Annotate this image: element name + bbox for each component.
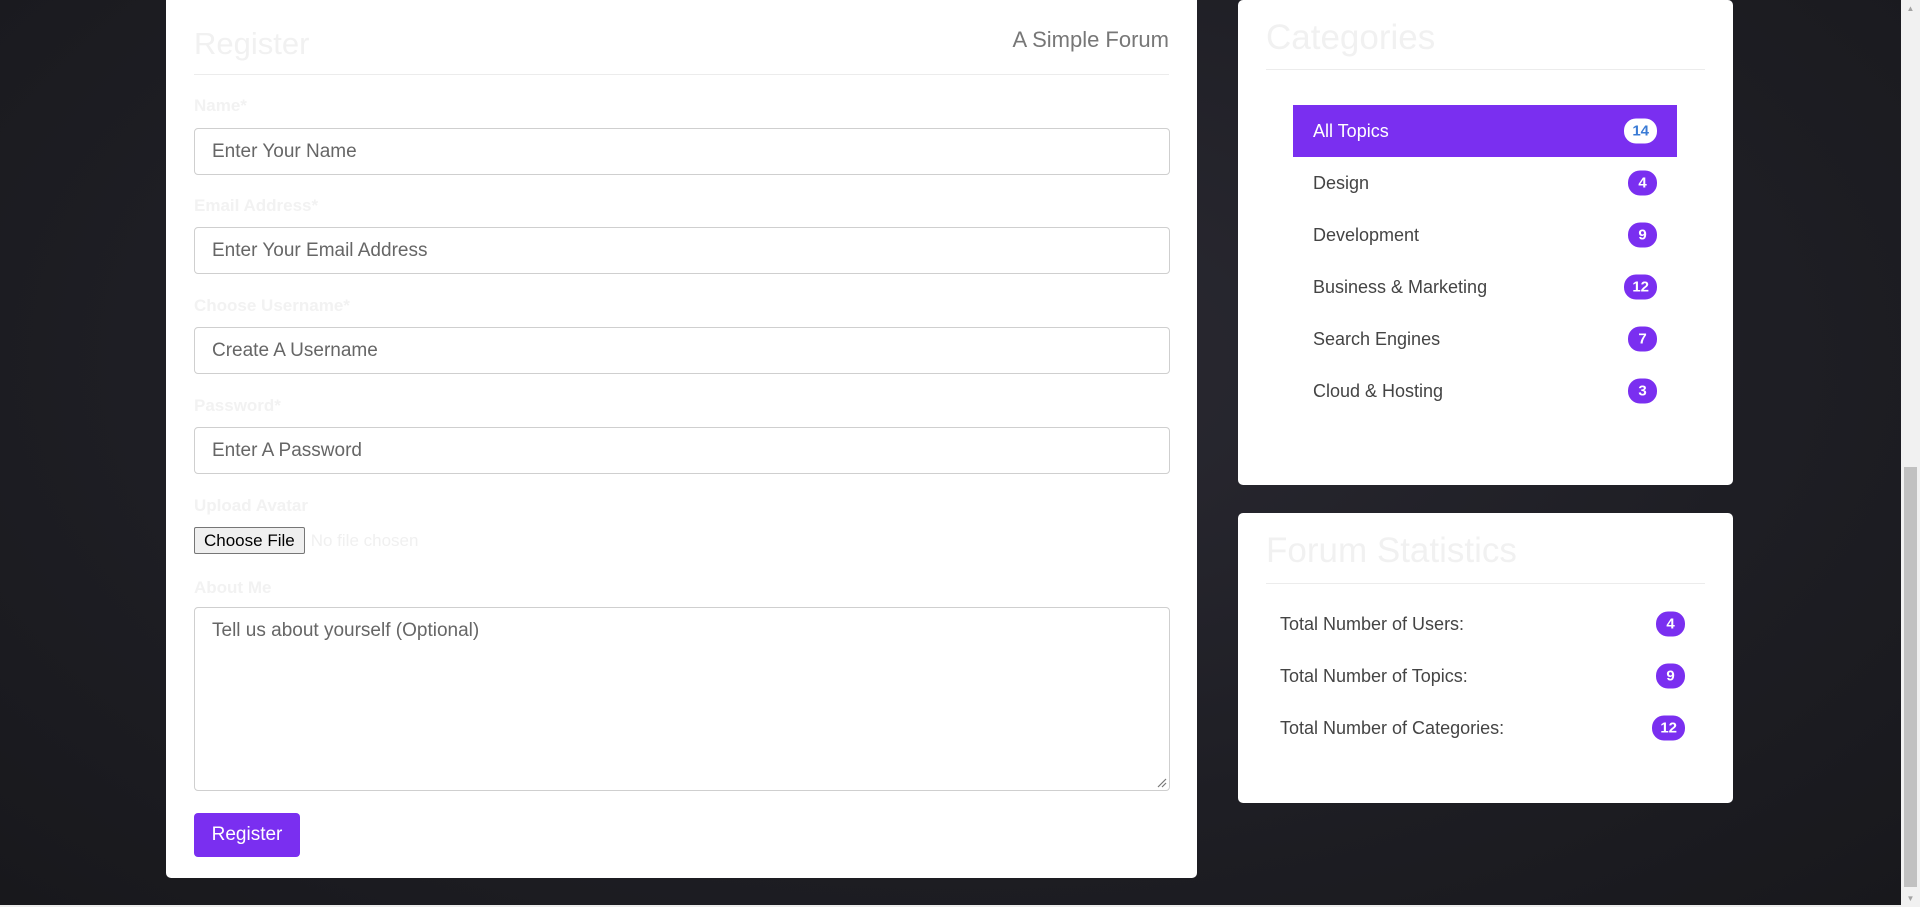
avatar-label: Upload Avatar (194, 496, 308, 515)
register-button[interactable]: Register (194, 813, 300, 857)
categories-list: All Topics 14 Design 4 Development 9 Bus… (1293, 105, 1677, 417)
email-label: Email Address* (194, 196, 319, 215)
page: Register A Simple Forum Name* Email Addr… (0, 0, 1901, 907)
choose-file-button[interactable]: Choose File (194, 527, 305, 554)
name-input[interactable] (194, 128, 1170, 175)
scrollbar-thumb[interactable] (1904, 467, 1917, 887)
register-title: Register (194, 26, 310, 61)
category-item-development[interactable]: Development 9 (1293, 209, 1677, 261)
stat-label: Total Number of Topics: (1280, 665, 1468, 686)
username-input[interactable] (194, 327, 1170, 374)
stat-item-users: Total Number of Users: 4 (1266, 598, 1685, 650)
category-label: Cloud & Hosting (1313, 380, 1444, 401)
statistics-header: Forum Statistics (1266, 513, 1705, 584)
file-status: No file chosen (310, 530, 419, 550)
vertical-scrollbar[interactable]: ▲ ▼ (1901, 0, 1920, 907)
scroll-up-icon[interactable]: ▲ (1901, 0, 1920, 17)
avatar-upload: Choose File No file chosen (194, 527, 418, 554)
register-card: Register A Simple Forum Name* Email Addr… (166, 0, 1197, 878)
count-badge: 7 (1628, 326, 1657, 352)
categories-header: Categories (1266, 0, 1705, 70)
count-badge: 12 (1652, 715, 1685, 741)
password-input[interactable] (194, 427, 1170, 474)
stat-label: Total Number of Categories: (1280, 717, 1505, 738)
category-label: Business & Marketing (1313, 276, 1488, 297)
count-badge: 3 (1628, 378, 1657, 404)
count-badge: 4 (1656, 611, 1685, 637)
stat-item-categories: Total Number of Categories: 12 (1266, 702, 1685, 754)
count-badge: 9 (1656, 663, 1685, 689)
forum-name: A Simple Forum (1012, 27, 1170, 52)
stat-label: Total Number of Users: (1280, 613, 1465, 634)
stat-item-topics: Total Number of Topics: 9 (1266, 650, 1685, 702)
about-textarea[interactable] (194, 607, 1170, 791)
category-item-business-marketing[interactable]: Business & Marketing 12 (1293, 261, 1677, 313)
count-badge: 9 (1628, 222, 1657, 248)
count-badge: 14 (1624, 118, 1657, 144)
password-label: Password* (194, 396, 281, 415)
about-wrapper (194, 607, 1170, 791)
category-item-all-topics[interactable]: All Topics 14 (1293, 105, 1677, 157)
category-label: Design (1313, 172, 1370, 193)
resize-grip-icon[interactable] (1157, 778, 1167, 788)
name-label: Name* (194, 96, 247, 115)
email-input[interactable] (194, 227, 1170, 274)
register-header: Register A Simple Forum (194, 0, 1169, 75)
category-label: All Topics (1313, 120, 1389, 141)
category-label: Development (1313, 224, 1420, 245)
category-item-cloud-hosting[interactable]: Cloud & Hosting 3 (1293, 365, 1677, 417)
username-label: Choose Username* (194, 296, 350, 315)
categories-title: Categories (1266, 18, 1436, 57)
category-item-design[interactable]: Design 4 (1293, 157, 1677, 209)
statistics-title: Forum Statistics (1266, 531, 1517, 570)
category-label: Search Engines (1313, 328, 1441, 349)
about-label: About Me (194, 578, 272, 597)
category-item-search-engines[interactable]: Search Engines 7 (1293, 313, 1677, 365)
count-badge: 4 (1628, 170, 1657, 196)
scroll-down-icon[interactable]: ▼ (1901, 890, 1920, 907)
count-badge: 12 (1624, 274, 1657, 300)
statistics-list: Total Number of Users: 4 Total Number of… (1266, 598, 1685, 754)
